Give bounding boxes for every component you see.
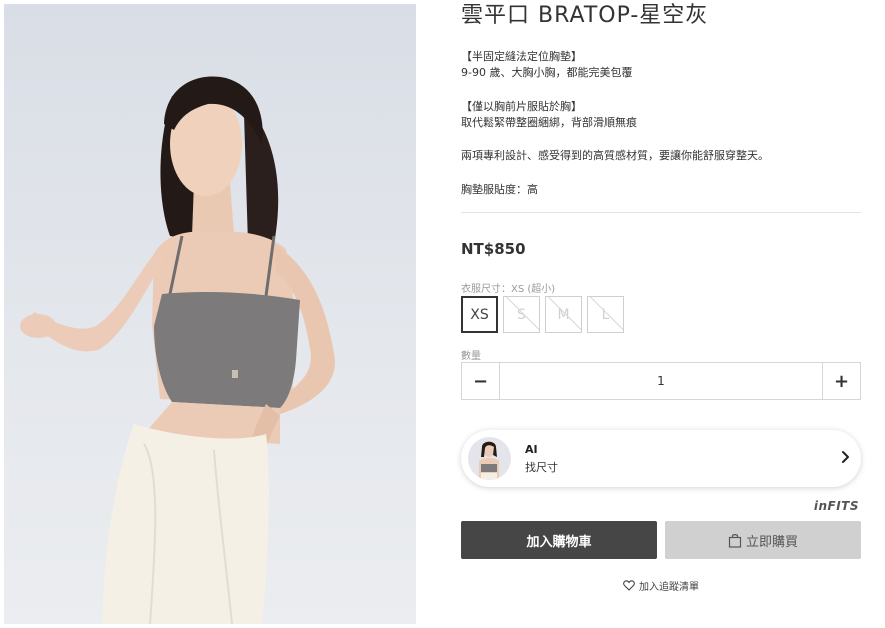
- chevron-right-icon: [842, 451, 849, 463]
- unavailable-slash: [547, 297, 581, 332]
- unavailable-slash: [589, 297, 623, 332]
- add-to-cart-label: 加入購物車: [526, 534, 592, 550]
- quantity-label: 數量: [461, 351, 481, 362]
- quantity-input[interactable]: 1: [500, 363, 822, 399]
- decrease-quantity-button[interactable]: −: [462, 363, 500, 399]
- description-line: 兩項專利設計、感受得到的高質感材質，要讓你能舒服穿整天。: [461, 149, 769, 162]
- ai-avatar: [468, 437, 511, 480]
- product-title: 雲平口 BRATOP-星空灰: [461, 3, 709, 28]
- size-option-xs[interactable]: XS: [461, 296, 498, 333]
- quantity-stepper: − 1 +: [461, 362, 861, 400]
- buy-now-label: 立即購買: [745, 534, 798, 550]
- heart-icon: [623, 580, 635, 591]
- size-option-m[interactable]: M: [545, 296, 582, 333]
- description-line: 【半固定縫法定位胸墊】: [461, 50, 582, 63]
- buy-now-button[interactable]: 立即購買: [665, 521, 861, 559]
- shopping-bag-icon: [728, 533, 742, 548]
- product-photo: [4, 4, 416, 624]
- ai-card-subtitle: 找尺寸: [525, 461, 558, 474]
- size-option-s[interactable]: S: [503, 296, 540, 333]
- product-panel: 雲平口 BRATOP-星空灰 【半固定縫法定位胸墊】 9-90 歲、大胸小胸，都…: [461, 0, 861, 628]
- brand-logo: inFITS: [813, 499, 859, 513]
- ai-card-title: AI: [525, 443, 538, 456]
- description-line: 9-90 歲、大胸小胸，都能完美包覆: [461, 66, 633, 79]
- description-line: 胸墊服貼度：高: [461, 183, 538, 196]
- add-to-cart-button[interactable]: 加入購物車: [461, 521, 657, 559]
- product-price: NT$850: [461, 240, 526, 258]
- divider: [461, 212, 861, 213]
- increase-quantity-button[interactable]: +: [822, 363, 860, 399]
- size-label: 衣服尺寸：XS (超小): [461, 284, 556, 295]
- add-to-wishlist-link[interactable]: 加入追蹤清單: [461, 578, 861, 593]
- size-selector: XS S M L: [461, 296, 624, 333]
- description-line: 【僅以胸前片服貼於胸】: [461, 100, 582, 113]
- unavailable-slash: [505, 297, 539, 332]
- description-line: 取代鬆緊帶整圈綑綁，背部滑順無痕: [461, 116, 637, 129]
- size-option-l[interactable]: L: [587, 296, 624, 333]
- ai-size-finder-card[interactable]: AI 找尺寸: [461, 430, 861, 487]
- size-option-label: XS: [470, 306, 489, 323]
- wishlist-label: 加入追蹤清單: [639, 582, 699, 593]
